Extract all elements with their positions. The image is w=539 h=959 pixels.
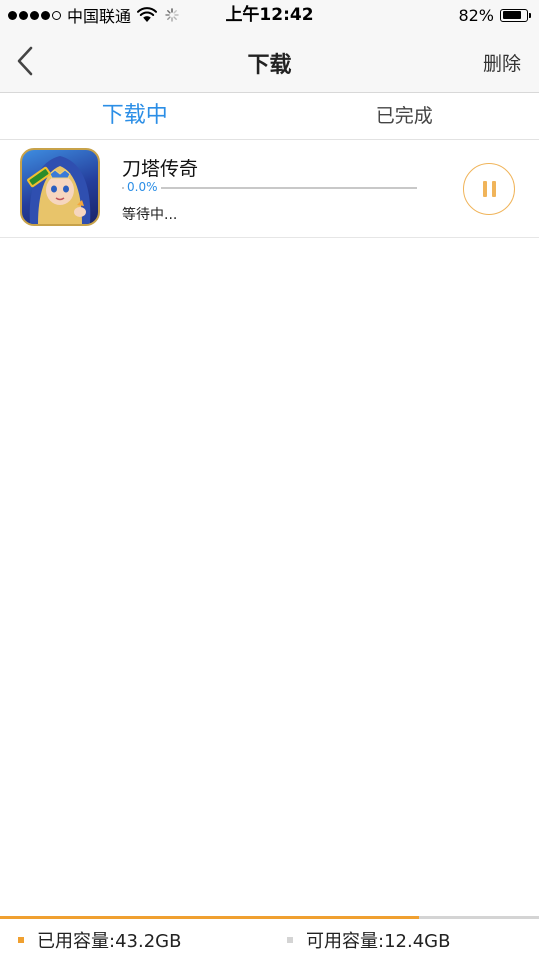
nav-bar: 下载 删除: [0, 30, 539, 92]
download-app-name: 刀塔传奇: [122, 158, 199, 180]
signal-dot-empty: [52, 10, 61, 20]
chevron-left-icon[interactable]: [10, 45, 40, 77]
carrier-name: 中国联通: [67, 7, 132, 26]
storage-used-label: 已用容量:43.2GB: [37, 931, 182, 952]
signal-dot: [8, 10, 17, 20]
signal-dot: [19, 10, 28, 20]
battery-percent: 82%: [458, 5, 494, 25]
game-app-icon: [20, 148, 100, 226]
signal-dot: [30, 10, 39, 20]
storage-legend: 已用容量:43.2GB 可用容量:12.4GB: [0, 919, 539, 959]
download-progress-text: 0.0%: [124, 180, 161, 195]
storage-used-legend: 已用容量:43.2GB: [18, 927, 181, 953]
tab-completed[interactable]: 已完成: [270, 93, 539, 139]
status-bar-right: 82%: [458, 4, 531, 26]
wifi-icon: [137, 7, 158, 22]
pause-icon: [482, 181, 487, 197]
battery-level: [502, 11, 522, 19]
tab-bar: 下载中 已完成: [0, 92, 539, 140]
pause-button[interactable]: [463, 163, 515, 215]
storage-free-legend: 可用容量:12.4GB: [287, 927, 450, 953]
tab-downloading[interactable]: 下载中: [0, 93, 270, 139]
page-title: 下载: [247, 53, 292, 78]
progress-track: [122, 187, 417, 189]
free-swatch-icon: [287, 937, 293, 943]
storage-free-label: 可用容量:12.4GB: [306, 931, 451, 952]
used-swatch-icon: [18, 937, 24, 943]
status-bar-left: 中国联通: [8, 4, 179, 26]
download-status-text: 等待中...: [122, 207, 178, 223]
signal-strength-icon: [8, 10, 61, 20]
download-list-item[interactable]: 刀塔传奇 0.0% 等待中...: [0, 140, 539, 238]
activity-spinner-icon: [165, 8, 179, 22]
download-progress-bar: 0.0%: [122, 180, 417, 195]
pause-icon: [491, 181, 496, 197]
battery-icon: [500, 8, 531, 22]
delete-button[interactable]: 删除: [483, 49, 521, 76]
status-bar: 中国联通 上午12:42 82%: [0, 0, 539, 30]
signal-dot: [41, 10, 50, 20]
